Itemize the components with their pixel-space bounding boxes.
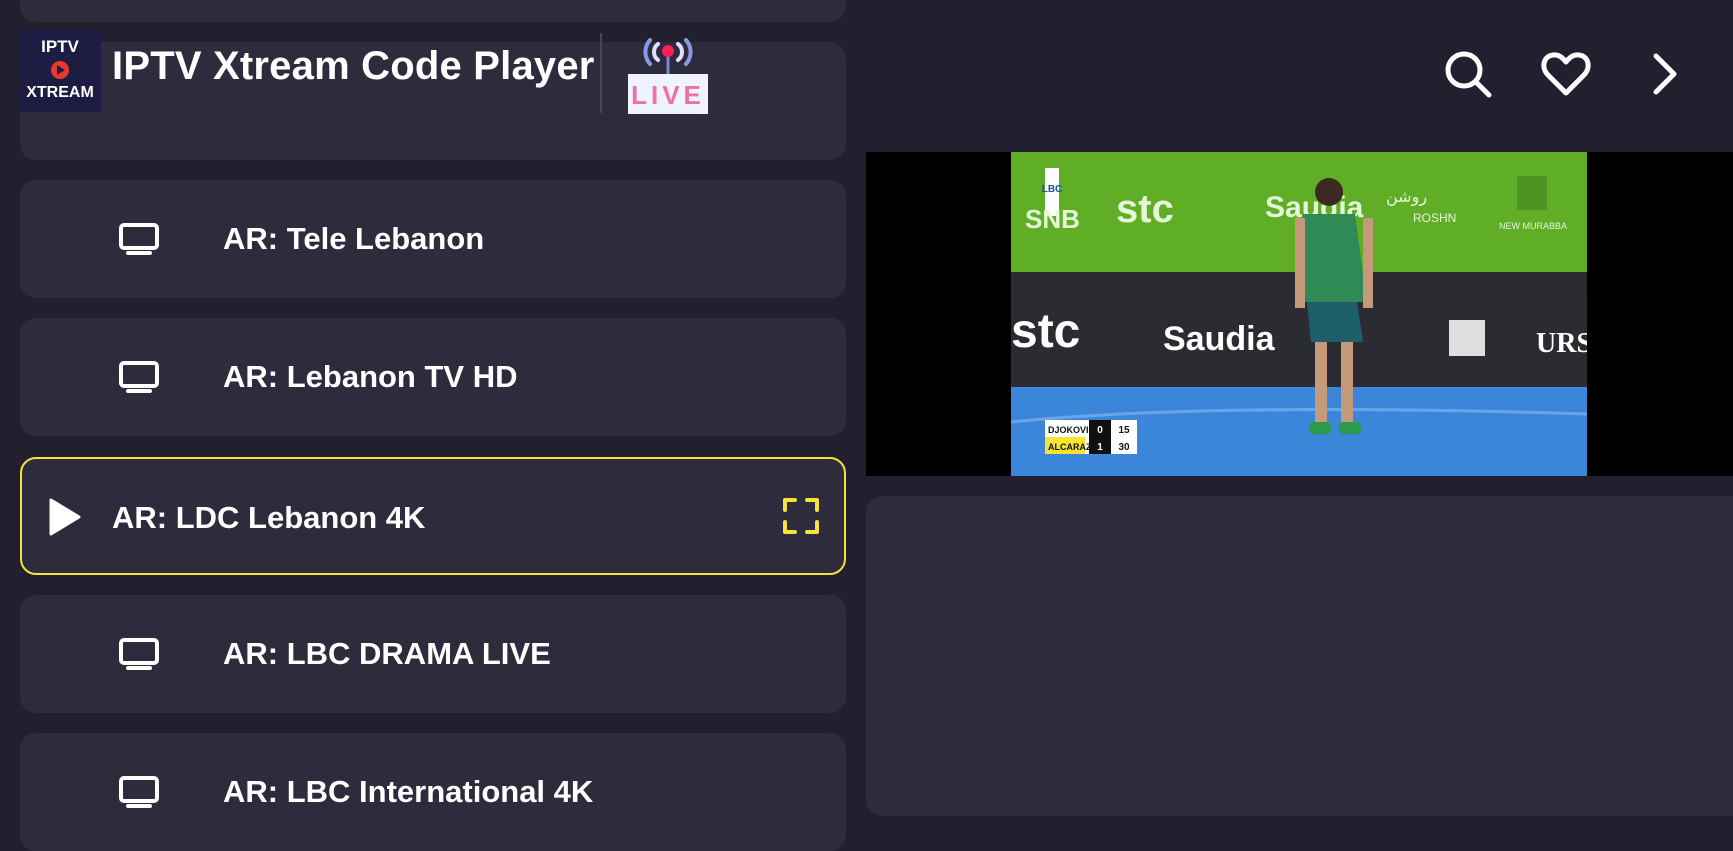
video-frame: LBC SNB stc Saudia روشن ROSHN NEW MURABB… xyxy=(1011,152,1587,476)
svg-text:DJOKOVIC: DJOKOVIC xyxy=(1048,425,1096,435)
svg-text:SNB: SNB xyxy=(1025,204,1080,234)
channel-row[interactable]: AR: Lebanon TV HD xyxy=(20,318,846,436)
app-title: IPTV Xtream Code Player xyxy=(112,44,595,88)
channel-row[interactable]: AR: LBC DRAMA LIVE xyxy=(20,595,846,713)
channel-info-panel xyxy=(866,496,1733,816)
channel-label: AR: LBC DRAMA LIVE xyxy=(223,636,551,671)
channel-label: AR: LDC Lebanon 4K xyxy=(112,500,426,535)
fullscreen-icon[interactable] xyxy=(782,497,820,535)
tv-icon xyxy=(119,361,159,393)
tv-icon xyxy=(119,638,159,670)
tv-icon xyxy=(119,776,159,808)
svg-text:ALCARAZ: ALCARAZ xyxy=(1048,442,1092,452)
svg-text:0: 0 xyxy=(1097,425,1103,436)
svg-text:LIVE: LIVE xyxy=(631,80,705,110)
search-icon[interactable] xyxy=(1440,46,1496,102)
svg-text:NEW MURABBA: NEW MURABBA xyxy=(1499,221,1567,231)
svg-text:Saudia: Saudia xyxy=(1163,320,1276,358)
play-icon[interactable] xyxy=(48,497,82,537)
channel-row[interactable]: AR: Tele Lebanon xyxy=(20,180,846,298)
svg-text:stc: stc xyxy=(1011,305,1080,358)
channel-row-selected[interactable]: AR: LDC Lebanon 4K xyxy=(20,457,846,575)
tv-icon xyxy=(119,223,159,255)
svg-text:stc: stc xyxy=(1116,187,1174,231)
app-logo: IPTV XTREAM xyxy=(20,30,101,112)
svg-text:URSU: URSU xyxy=(1536,328,1587,359)
live-badge: LIVE xyxy=(628,38,708,114)
svg-text:روشن: روشن xyxy=(1386,187,1427,207)
svg-text:XTREAM: XTREAM xyxy=(26,84,94,101)
channel-row[interactable]: AR: LBC International 4K xyxy=(20,733,846,851)
channel-card-partial[interactable] xyxy=(20,0,846,22)
channel-label: AR: Lebanon TV HD xyxy=(223,359,518,394)
video-player[interactable]: LBC SNB stc Saudia روشن ROSHN NEW MURABB… xyxy=(866,152,1733,476)
header-divider xyxy=(600,33,602,113)
chevron-right-icon[interactable] xyxy=(1636,46,1692,102)
svg-text:30: 30 xyxy=(1118,442,1130,453)
svg-text:ROSHN: ROSHN xyxy=(1413,211,1456,225)
svg-text:LBC: LBC xyxy=(1042,184,1063,195)
svg-text:15: 15 xyxy=(1118,425,1130,436)
channel-label: AR: LBC International 4K xyxy=(223,774,594,809)
svg-text:1: 1 xyxy=(1097,442,1103,453)
heart-icon[interactable] xyxy=(1538,46,1594,102)
channel-label: AR: Tele Lebanon xyxy=(223,221,485,256)
svg-text:IPTV: IPTV xyxy=(41,37,79,56)
